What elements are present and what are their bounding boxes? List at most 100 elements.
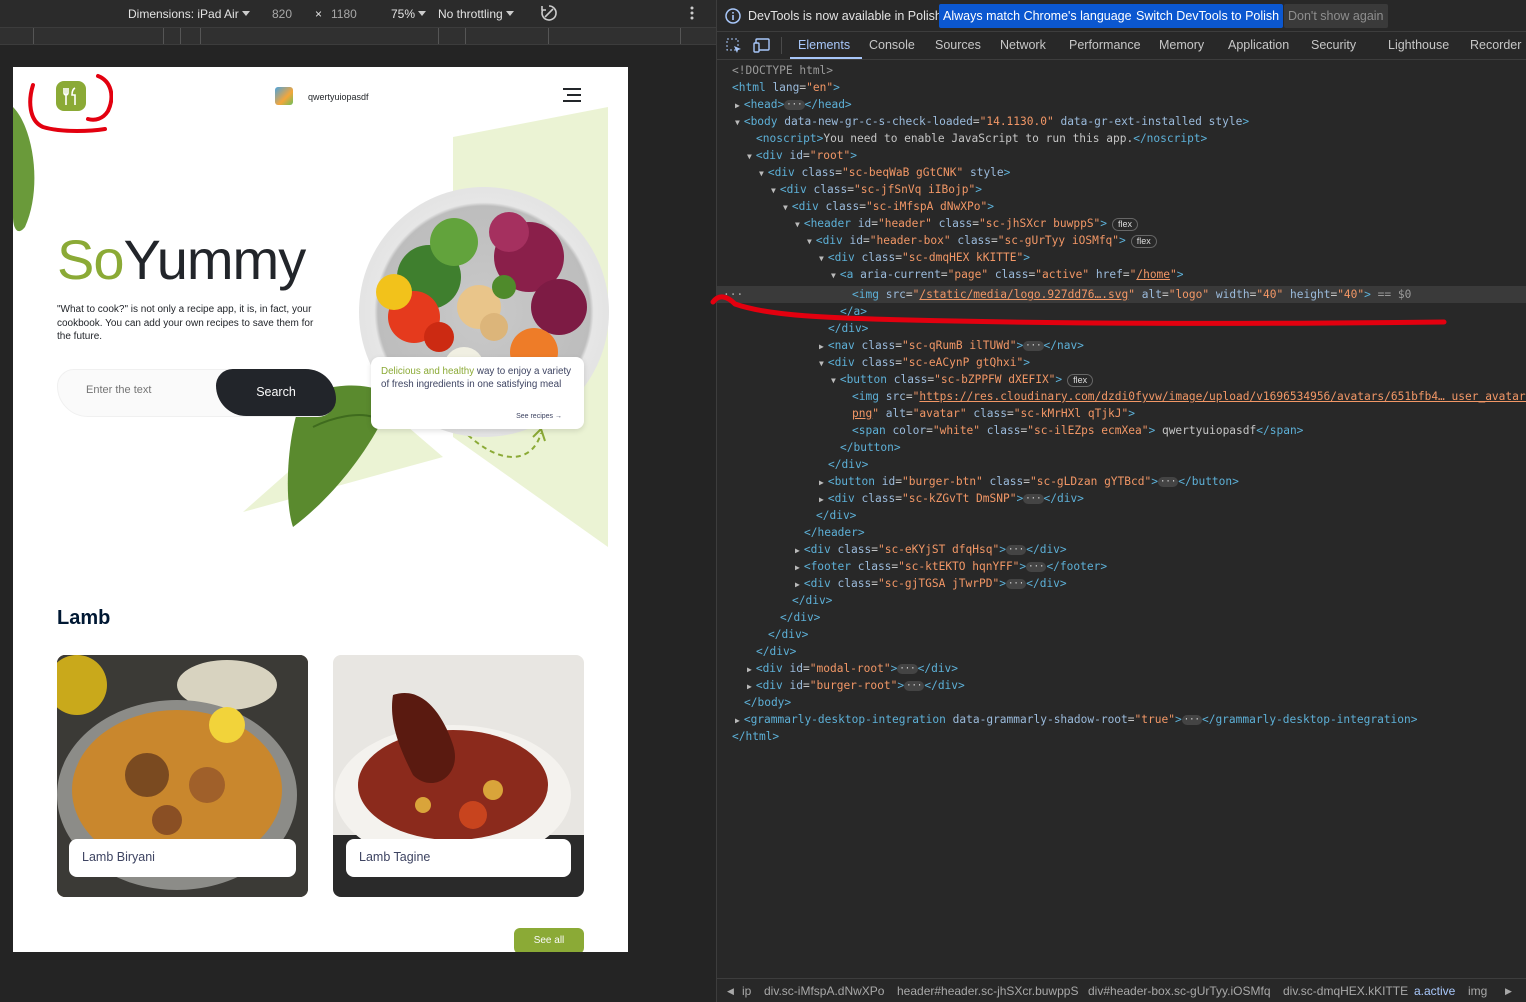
- dom-line[interactable]: <span color="white" class="sc-ilEZps ecm…: [852, 422, 1303, 439]
- dom-line[interactable]: ▼ <div class="sc-iMfspA dNwXPo">: [783, 198, 994, 215]
- dom-line[interactable]: ▼ <div class="sc-beqWaB gGtCNK" style>: [759, 164, 1010, 181]
- info-text: DevTools is now available in Polish!: [748, 9, 946, 23]
- dimensions-dropdown[interactable]: Dimensions: iPad Air: [128, 7, 250, 21]
- height-input[interactable]: 1180: [331, 7, 357, 21]
- dom-line[interactable]: ▶ <button id="burger-btn" class="sc-gLDza…: [819, 473, 1239, 490]
- active-tab-indicator: [790, 57, 862, 59]
- scroll-right-icon[interactable]: ▶: [1505, 986, 1512, 997]
- dom-line[interactable]: png" alt="avatar" class="sc-kMrHXl qTjkJ…: [852, 405, 1135, 422]
- rotate-icon[interactable]: [540, 4, 558, 25]
- breadcrumb-item[interactable]: div#header-box.sc-gUrTyy.iOSMfq: [1088, 984, 1271, 998]
- media-query-ruler: [0, 28, 716, 45]
- dom-line[interactable]: </div>: [780, 609, 820, 626]
- times-sign: ×: [315, 7, 323, 21]
- inspect-element-icon[interactable]: [726, 38, 742, 57]
- scroll-left-icon[interactable]: ◀: [727, 986, 734, 997]
- tab-security[interactable]: Security: [1311, 38, 1356, 52]
- dom-line[interactable]: ▶ <grammarly-desktop-integration data-gra…: [735, 711, 1418, 728]
- emulated-viewport: qwertyuiopasdf SoYummy "What to cook?" i…: [13, 67, 628, 952]
- dom-line[interactable]: </div>: [828, 456, 868, 473]
- dom-line[interactable]: </div>: [768, 626, 808, 643]
- dom-line[interactable]: ▼ <body data-new-gr-c-s-check-loaded="14.…: [735, 113, 1249, 130]
- recipe-card-title: Lamb Tagine: [346, 839, 571, 877]
- tab-memory[interactable]: Memory: [1159, 38, 1204, 52]
- promo-card: Delicious and healthy way to enjoy a var…: [371, 357, 584, 429]
- hero-title-accent: So: [57, 228, 124, 291]
- section-title: Lamb: [57, 607, 111, 629]
- avatar[interactable]: [275, 87, 293, 105]
- dom-line[interactable]: </button>: [840, 439, 901, 456]
- breadcrumb-item[interactable]: div.sc-iMfspA.dNwXPo: [764, 984, 884, 998]
- dom-line[interactable]: <img src="https://res.cloudinary.com/dzd…: [852, 388, 1526, 405]
- dom-line[interactable]: ▶ <head> ··· </head>: [735, 96, 852, 113]
- annotation-scribble: [28, 74, 113, 133]
- switch-language-button[interactable]: Switch DevTools to Polish: [1132, 4, 1284, 28]
- device-toolbar: Dimensions: iPad Air 820 × 1180 75% No t…: [0, 0, 716, 28]
- dimensions-label: Dimensions: iPad Air: [128, 7, 239, 21]
- width-input[interactable]: 820: [272, 7, 292, 21]
- dom-line[interactable]: ▶ <div class="sc-eKYjST dfqHsq"> ··· </div>: [795, 541, 1067, 558]
- dom-line[interactable]: <!DOCTYPE html>: [732, 62, 833, 79]
- username[interactable]: qwertyuiopasdf: [308, 92, 369, 102]
- more-options-icon[interactable]: [688, 5, 696, 24]
- dom-line[interactable]: ▶ <div id="modal-root"> ··· </div>: [747, 660, 958, 677]
- tab-sources[interactable]: Sources: [935, 38, 981, 52]
- dom-line[interactable]: ▼ <div class="sc-jfSnVq iIBojp">: [771, 181, 982, 198]
- tab-performance[interactable]: Performance: [1069, 38, 1141, 52]
- dont-show-again-button[interactable]: Don't show again: [1284, 4, 1388, 28]
- zoom-dropdown[interactable]: 75%: [391, 7, 427, 21]
- tab-recorder[interactable]: Recorder: [1470, 38, 1521, 52]
- promo-text: Delicious and healthy way to enjoy a var…: [381, 365, 574, 391]
- dom-tree[interactable]: <!DOCTYPE html> <html lang="en"> ▶ <head>…: [717, 60, 1526, 978]
- dom-line[interactable]: </div>: [756, 643, 796, 660]
- breadcrumb-item[interactable]: ip: [742, 984, 751, 998]
- dom-line[interactable]: <noscript>You need to enable JavaScript …: [756, 130, 1207, 147]
- breadcrumb-item[interactable]: header#header.sc-jhSXcr.buwppS: [897, 984, 1078, 998]
- dom-line[interactable]: ▶ <div id="burger-root"> ··· </div>: [747, 677, 965, 694]
- see-all-button[interactable]: See all: [514, 928, 584, 952]
- zoom-label: 75%: [391, 7, 416, 21]
- breadcrumb-item[interactable]: img: [1468, 984, 1487, 998]
- dom-line[interactable]: ▼ <a aria-current="page" class="active" h…: [831, 266, 1184, 283]
- promo-accent: Delicious and healthy: [381, 366, 475, 377]
- devtools-tabbar: Elements Console Sources Network Perform…: [717, 32, 1526, 60]
- throttling-dropdown[interactable]: No throttling: [438, 7, 514, 21]
- dom-line[interactable]: </header>: [804, 524, 865, 541]
- dom-line[interactable]: ▼ <div class="sc-eACynP gtQhxi">: [819, 354, 1030, 371]
- dom-line[interactable]: ▶ <div class="sc-gjTGSA jTwrPD"> ··· </div>: [795, 575, 1067, 592]
- recipe-card[interactable]: Lamb Tagine: [333, 655, 584, 897]
- burger-menu-icon[interactable]: [563, 88, 581, 107]
- recipe-card[interactable]: Lamb Biryani: [57, 655, 308, 897]
- tab-console[interactable]: Console: [869, 38, 915, 52]
- dom-line[interactable]: ▼ <div class="sc-dmqHEX kKITTE">: [819, 249, 1030, 266]
- arrow-right-icon: →: [555, 413, 562, 420]
- language-infobar: DevTools is now available in Polish! Alw…: [717, 0, 1526, 32]
- dom-line[interactable]: ▼ <div id="header-box" class="sc-gUrTyy i…: [807, 232, 1157, 249]
- dom-line[interactable]: </html>: [732, 728, 779, 745]
- dom-line[interactable]: ▼ <header id="header" class="sc-jhSXcr bu…: [795, 215, 1139, 232]
- breadcrumb-item[interactable]: a.active: [1414, 984, 1455, 998]
- recipe-card-title: Lamb Biryani: [69, 839, 296, 877]
- dom-line[interactable]: </div>: [792, 592, 832, 609]
- dom-line[interactable]: ▼ <div id="root">: [747, 147, 857, 164]
- dom-line[interactable]: ▼ <button class="sc-bZPPFW dXEFIX"> flex: [831, 371, 1094, 388]
- see-recipes-link[interactable]: See recipes →: [516, 413, 562, 420]
- info-icon: [725, 8, 741, 29]
- search-input[interactable]: [86, 384, 206, 396]
- dom-line[interactable]: ▶ <footer class="sc-ktEKTO hqnYFF"> ··· </f…: [795, 558, 1107, 575]
- hero-title: SoYummy: [57, 227, 307, 292]
- dom-line[interactable]: <html lang="en">: [732, 79, 840, 96]
- tab-application[interactable]: Application: [1228, 38, 1289, 52]
- dom-line[interactable]: </body>: [744, 694, 791, 711]
- search-button[interactable]: Search: [216, 369, 336, 416]
- tab-network[interactable]: Network: [1000, 38, 1046, 52]
- device-toolbar-icon[interactable]: [753, 38, 771, 57]
- breadcrumb-item[interactable]: div.sc-dmqHEX.kKITTE: [1283, 984, 1408, 998]
- hero-title-rest: Yummy: [123, 228, 307, 291]
- always-match-button[interactable]: Always match Chrome's language: [939, 4, 1136, 28]
- throttling-label: No throttling: [438, 7, 503, 21]
- tab-elements[interactable]: Elements: [798, 38, 850, 52]
- dom-line[interactable]: </div>: [816, 507, 856, 524]
- dom-line[interactable]: ▶ <div class="sc-kZGvTt DmSNP"> ··· </div>: [819, 490, 1084, 507]
- tab-lighthouse[interactable]: Lighthouse: [1388, 38, 1449, 52]
